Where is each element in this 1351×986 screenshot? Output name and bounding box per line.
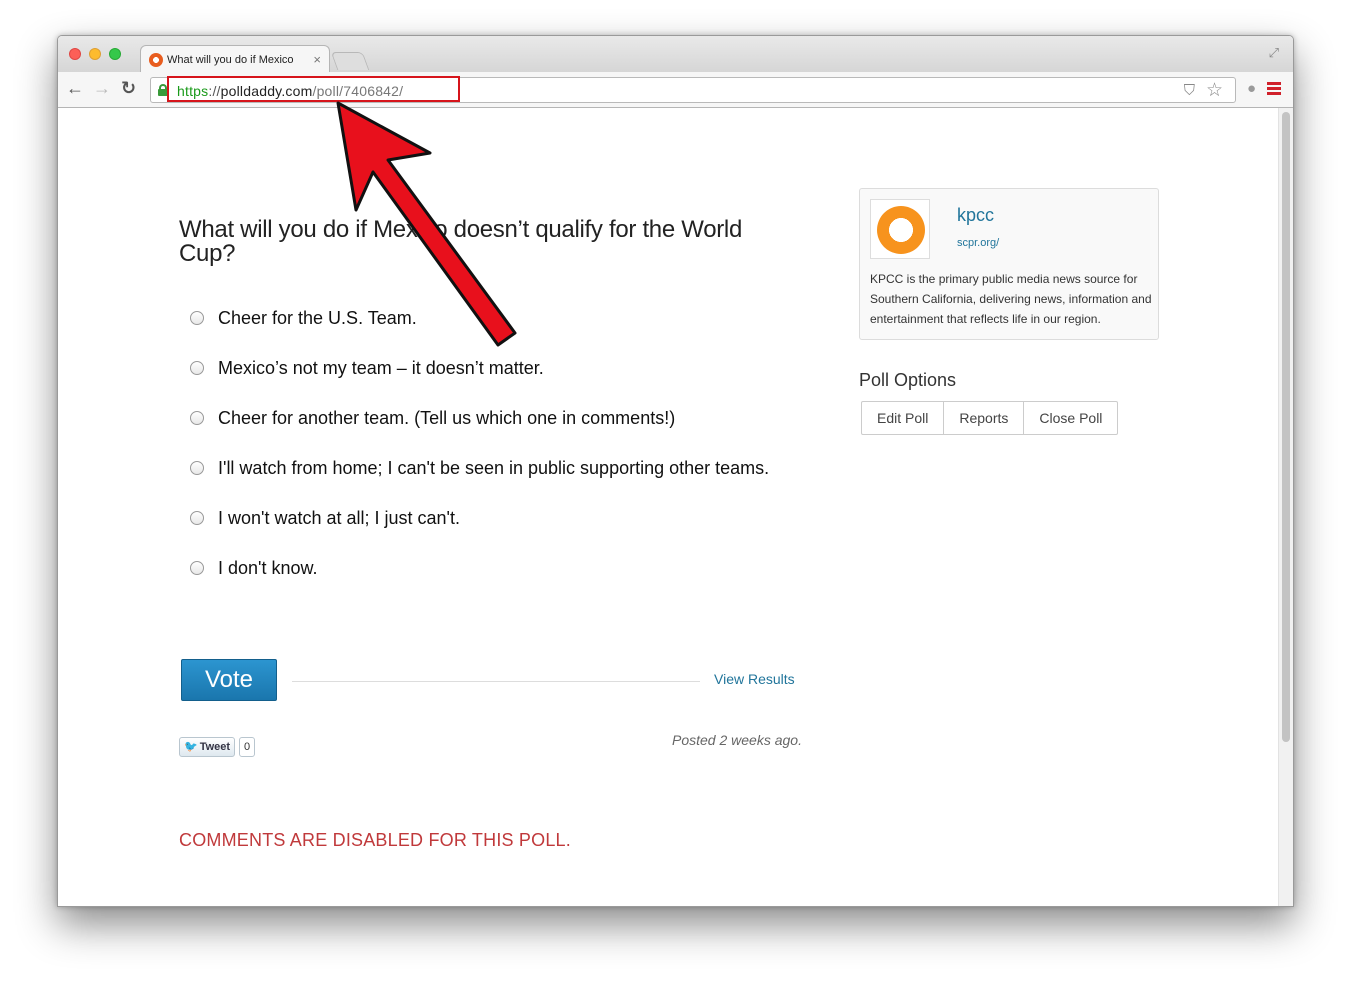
back-icon[interactable]: ← [66,78,84,98]
tab-title: What will you do if Mexico [167,54,294,66]
browser-toolbar: ← → ↻ https://polldaddy.com/poll/7406842… [58,72,1293,108]
answer-label[interactable]: Mexico’s not my team – it doesn’t matter… [218,356,810,380]
shield-icon[interactable]: ⛉ [1184,82,1195,99]
vote-button[interactable]: Vote [181,659,277,701]
tab-close-icon[interactable]: × [313,52,321,67]
scrollbar-thumb[interactable] [1282,112,1290,742]
answer-label[interactable]: I don't know. [218,556,810,580]
tweet-button[interactable]: 🐦 Tweet [179,737,235,757]
radio-icon[interactable] [190,561,204,575]
reload-icon[interactable]: ↻ [121,78,136,98]
profile-url-link[interactable]: scpr.org/ [957,237,999,249]
fullscreen-icon[interactable]: ⤢ [1269,45,1279,61]
divider [292,681,700,682]
answer-list: Cheer for the U.S. Team. Mexico’s not my… [190,306,810,606]
edit-poll-button[interactable]: Edit Poll [861,401,945,435]
radio-icon[interactable] [190,411,204,425]
window-minimize-button[interactable] [89,48,101,60]
new-tab-button[interactable] [330,52,370,70]
profile-description: KPCC is the primary public media news so… [870,272,1152,326]
favicon-icon [149,53,163,67]
radio-icon[interactable] [190,311,204,325]
kpcc-logo [877,206,925,254]
radio-icon[interactable] [190,511,204,525]
profile-name-link[interactable]: kpcc [957,205,994,226]
radio-icon[interactable] [190,461,204,475]
avatar[interactable] [870,199,930,259]
tweet-count: 0 [239,737,255,757]
twitter-bird-icon: 🐦 [184,741,198,753]
menu-icon[interactable] [1267,82,1281,97]
star-icon[interactable]: ☆ [1206,79,1223,102]
posted-date: Posted 2 weeks ago. [672,732,802,748]
url-highlight-box [167,76,460,102]
answer-label[interactable]: I'll watch from home; I can't be seen in… [218,456,810,480]
view-results-link[interactable]: View Results [714,671,795,687]
extension-icon[interactable]: ● [1247,80,1256,97]
comments-disabled-notice: COMMENTS ARE DISABLED FOR THIS POLL. [179,830,571,850]
reports-button[interactable]: Reports [943,401,1025,435]
window-close-button[interactable] [69,48,81,60]
answer-option[interactable]: I'll watch from home; I can't be seen in… [190,456,810,480]
title-bar: What will you do if Mexico × ⤢ [58,36,1293,73]
poll-options-group: Edit Poll Reports Close Poll [861,401,1119,435]
poll-question: What will you do if Mexico doesn’t quali… [179,216,743,267]
answer-option[interactable]: Cheer for another team. (Tell us which o… [190,406,810,430]
close-poll-button[interactable]: Close Poll [1023,401,1119,435]
answer-label[interactable]: Cheer for the U.S. Team. [218,306,810,330]
browser-tab[interactable]: What will you do if Mexico × [140,45,330,73]
answer-label[interactable]: I won't watch at all; I just can't. [218,506,810,530]
page-content: What will you do if Mexico doesn’t quali… [58,108,1280,906]
answer-option[interactable]: Mexico’s not my team – it doesn’t matter… [190,356,810,380]
profile-card: kpcc scpr.org/ KPCC is the primary publi… [859,188,1159,340]
poll-options-title: Poll Options [859,370,957,390]
vertical-scrollbar[interactable] [1278,108,1293,906]
forward-icon[interactable]: → [93,78,111,98]
browser-window: What will you do if Mexico × ⤢ ← → ↻ htt… [57,35,1294,907]
answer-label[interactable]: Cheer for another team. (Tell us which o… [218,406,810,430]
tweet-label: Tweet [199,741,231,753]
answer-option[interactable]: I don't know. [190,556,810,580]
answer-option[interactable]: Cheer for the U.S. Team. [190,306,810,330]
address-bar[interactable]: https://polldaddy.com/poll/7406842/ ⛉ ☆ [150,76,1236,103]
window-zoom-button[interactable] [109,48,121,60]
answer-option[interactable]: I won't watch at all; I just can't. [190,506,810,530]
radio-icon[interactable] [190,361,204,375]
